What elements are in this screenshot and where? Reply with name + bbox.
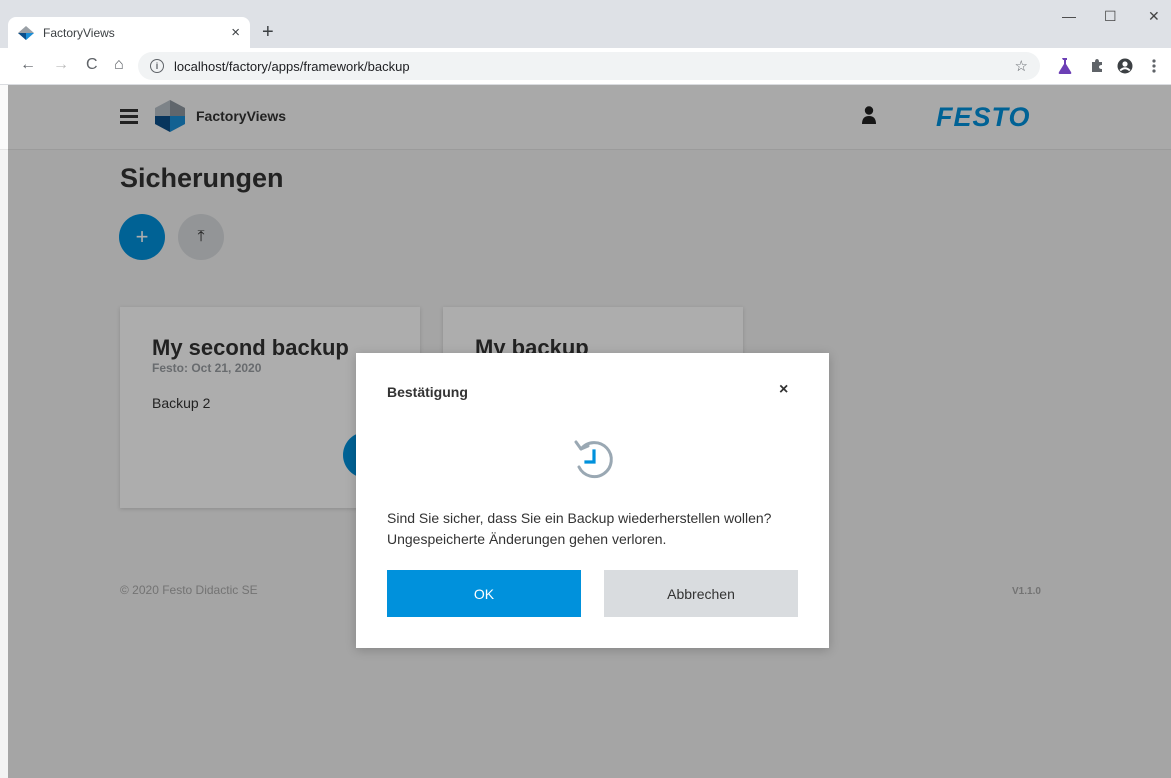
cancel-button[interactable]: Abbrechen xyxy=(604,570,798,617)
browser-menu-icon[interactable] xyxy=(1152,58,1156,74)
dialog-title: Bestätigung xyxy=(387,384,468,400)
minimize-button[interactable]: — xyxy=(1062,8,1076,24)
browser-tabstrip: FactoryViews × + — ☐ ✕ xyxy=(0,0,1171,48)
factoryviews-favicon-icon xyxy=(18,25,34,40)
close-window-button[interactable]: ✕ xyxy=(1148,8,1160,25)
restore-icon xyxy=(574,440,613,479)
extensions-puzzle-icon[interactable] xyxy=(1090,58,1104,72)
site-info-icon[interactable]: i xyxy=(150,59,164,73)
profile-icon[interactable] xyxy=(1117,58,1133,74)
bookmark-star-icon[interactable]: ☆ xyxy=(1015,57,1028,75)
tab-title: FactoryViews xyxy=(43,25,115,40)
maximize-button[interactable]: ☐ xyxy=(1104,8,1117,25)
reload-button[interactable]: C xyxy=(86,56,98,74)
address-bar[interactable]: i localhost/factory/apps/framework/backu… xyxy=(138,52,1040,80)
close-icon[interactable]: × xyxy=(779,381,788,399)
browser-tab[interactable]: FactoryViews × xyxy=(8,17,250,48)
tab-close-icon[interactable]: × xyxy=(231,24,240,41)
confirm-dialog: Bestätigung × Sind Sie sicher, dass Sie … xyxy=(356,353,829,648)
dialog-message-line: Sind Sie sicher, dass Sie ein Backup wie… xyxy=(387,510,772,526)
address-url[interactable]: localhost/factory/apps/framework/backup xyxy=(174,59,1015,74)
dialog-message-line: Ungespeicherte Änderungen gehen verloren… xyxy=(387,531,667,547)
flask-extension-icon[interactable] xyxy=(1058,58,1072,74)
new-tab-button[interactable]: + xyxy=(262,20,274,44)
ok-button[interactable]: OK xyxy=(387,570,581,617)
browser-toolbar: ← → C ⌂ i localhost/factory/apps/framewo… xyxy=(0,48,1171,85)
dialog-message: Sind Sie sicher, dass Sie ein Backup wie… xyxy=(387,508,807,550)
home-button[interactable]: ⌂ xyxy=(114,56,124,74)
back-button[interactable]: ← xyxy=(20,56,36,74)
forward-button[interactable]: → xyxy=(53,56,69,74)
